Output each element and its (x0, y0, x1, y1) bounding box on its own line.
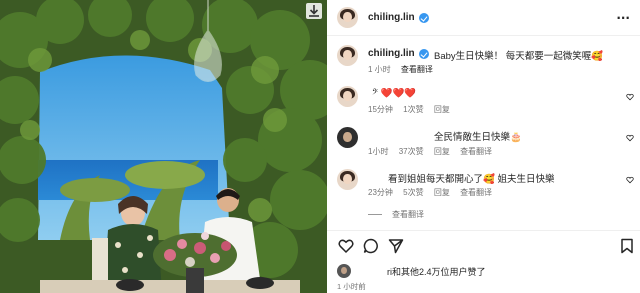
comment-text: 𝄢 ❤️❤️❤️ (372, 88, 417, 99)
comment-avatar[interactable] (337, 86, 358, 107)
more-icon[interactable]: ··· (616, 11, 630, 25)
heart-icon[interactable] (626, 134, 634, 142)
author-avatar[interactable] (337, 7, 358, 28)
bookmark-icon[interactable] (619, 238, 635, 254)
post-header: chiling.lin ··· (327, 0, 640, 36)
heart-icon[interactable] (338, 238, 354, 254)
caption-meta: 1 小时 查看翻译 (368, 64, 441, 75)
caption-verified-icon (419, 49, 429, 59)
caption-avatar[interactable] (337, 45, 358, 66)
caption-username[interactable]: chiling.lin (368, 48, 415, 59)
comment-likes[interactable]: 5次赞 (403, 188, 423, 197)
comment-meta: 23分钟 5次赞 回复 查看翻译 (368, 187, 500, 198)
liker-avatar[interactable] (337, 264, 351, 278)
post-detail-panel: chiling.lin ··· chiling.lin Baby生日快樂！ 每天… (327, 0, 640, 293)
verified-icon (419, 13, 429, 23)
caption-translate-link[interactable]: 查看翻译 (401, 65, 433, 74)
comment-reply-link[interactable]: 回复 (434, 188, 450, 197)
comment-time: 15分钟 (368, 105, 393, 114)
share-icon[interactable] (388, 238, 404, 254)
comment-time: 23分钟 (368, 188, 393, 197)
photo-illustration (0, 0, 327, 293)
post-time: 1 小时前 (337, 282, 366, 291)
comment-meta: 1小时 37次赞 回复 查看翻译 (368, 146, 500, 157)
comment-text: 全民情敵生日快樂🎂 (434, 132, 522, 143)
heart-icon[interactable] (626, 93, 634, 101)
caption-text: Baby生日快樂！ 每天都要一起微笑喔🥰 (434, 51, 604, 62)
more-replies-label[interactable]: 查看翻译 (392, 210, 424, 219)
comment-reply-link[interactable]: 回复 (434, 105, 450, 114)
likes-summary[interactable]: ri和其他2.4万位用户赞了 (387, 265, 486, 278)
action-bar: ri和其他2.4万位用户赞了 1 小时前 (327, 230, 640, 293)
heart-icon[interactable] (626, 176, 634, 184)
comment-likes[interactable]: 1次赞 (403, 105, 423, 114)
comment-likes[interactable]: 37次赞 (399, 147, 424, 156)
comment-text: 看到姐姐每天都開心了🥰 姐夫生日快樂 (388, 174, 555, 185)
caption-time: 1 小时 (368, 65, 391, 74)
comment-translate-link[interactable]: 查看翻译 (460, 188, 492, 197)
comment-meta: 15分钟 1次赞 回复 (368, 104, 458, 115)
more-replies[interactable]: 查看翻译 (368, 209, 432, 220)
author-username[interactable]: chiling.lin (368, 12, 415, 23)
comment-icon[interactable] (363, 238, 379, 254)
comment-time: 1小时 (368, 147, 389, 156)
comment-avatar[interactable] (337, 127, 358, 148)
comment-translate-link[interactable]: 查看翻译 (460, 147, 492, 156)
comment-avatar[interactable] (337, 169, 358, 190)
post-photo (0, 0, 327, 293)
download-icon[interactable] (306, 3, 322, 19)
comment-reply-link[interactable]: 回复 (434, 147, 450, 156)
